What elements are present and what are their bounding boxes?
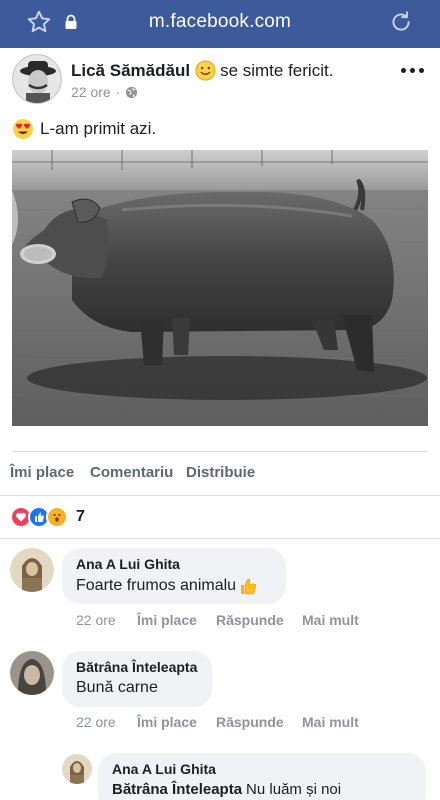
reactions-summary[interactable]: 7 <box>10 505 85 529</box>
reply-avatar[interactable] <box>62 754 92 784</box>
comment-bubble: Ana A Lui Ghita Foarte frumos animalu <box>62 548 286 604</box>
heart-eyes-face-icon <box>13 119 33 139</box>
share-button[interactable]: Distribuie <box>186 464 255 481</box>
feeling-text: se simte fericit. <box>220 60 334 80</box>
comment-text: Foarte frumos animalu <box>76 577 237 594</box>
comment-reply-button[interactable]: Răspunde <box>216 714 284 730</box>
author-name[interactable]: Lică Sămădăul <box>71 61 190 81</box>
divider <box>12 451 428 452</box>
comment-text: Bună carne <box>76 679 158 696</box>
globe-icon <box>126 86 138 98</box>
wow-reaction-icon <box>46 506 68 528</box>
comment-text-row: Foarte frumos animalu <box>76 576 272 596</box>
post-actions: Îmi place Comentariu Distribuie <box>0 462 440 484</box>
comment-like-button[interactable]: Îmi place <box>137 612 197 628</box>
thumbs-up-icon <box>241 578 256 595</box>
comment-time[interactable]: 22 ore <box>76 612 116 628</box>
comment-text-row: Bună carne <box>76 679 198 697</box>
post-time[interactable]: 22 ore <box>71 84 111 100</box>
comment-meta: 22 ore Îmi place Răspunde Mai mult <box>76 612 416 630</box>
comment-reply-button[interactable]: Răspunde <box>216 612 284 628</box>
comment-time[interactable]: 22 ore <box>76 714 116 730</box>
reply-text: Nu luăm și noi <box>246 781 342 798</box>
comment-meta: 22 ore Îmi place Răspunde Mai mult <box>76 714 416 732</box>
commenter-name[interactable]: Bătrâna Înteleapta <box>76 659 198 675</box>
divider <box>0 495 440 496</box>
reload-icon[interactable] <box>388 9 414 35</box>
reply-text-row: Bătrâna Înteleapta Nu luăm și noi <box>112 781 412 798</box>
comment-more-button[interactable]: Mai mult <box>302 714 359 730</box>
comment-button[interactable]: Comentariu <box>90 464 173 481</box>
post-text-row: L-am primit azi. <box>12 118 156 140</box>
commenter-name[interactable]: Ana A Lui Ghita <box>76 556 272 572</box>
url-text[interactable]: m.facebook.com <box>0 11 440 33</box>
author-avatar[interactable] <box>12 54 62 104</box>
meta-separator: · <box>115 84 121 100</box>
slightly-smiling-face-icon <box>195 60 216 81</box>
reply-bubble: Ana A Lui Ghita Bătrâna Înteleapta Nu lu… <box>98 753 426 800</box>
reaction-count: 7 <box>76 508 85 525</box>
comment-like-button[interactable]: Îmi place <box>137 714 197 730</box>
comment-more-button[interactable]: Mai mult <box>302 612 359 628</box>
post-header: Lică Sămădăul se simte fericit. <box>71 60 333 81</box>
like-button[interactable]: Îmi place <box>10 464 74 481</box>
more-options-icon[interactable] <box>401 68 424 73</box>
reply-author-name[interactable]: Ana A Lui Ghita <box>112 761 412 777</box>
divider <box>0 538 440 539</box>
browser-address-bar: m.facebook.com <box>0 0 440 48</box>
comment-bubble: Bătrâna Înteleapta Bună carne <box>62 651 212 707</box>
post-text: L-am primit azi. <box>40 119 157 138</box>
post-meta: 22 ore · <box>71 84 138 100</box>
commenter-avatar[interactable] <box>10 651 54 695</box>
reply-mention[interactable]: Bătrâna Înteleapta <box>112 781 242 798</box>
commenter-avatar[interactable] <box>10 548 54 592</box>
post-photo[interactable] <box>12 150 428 426</box>
